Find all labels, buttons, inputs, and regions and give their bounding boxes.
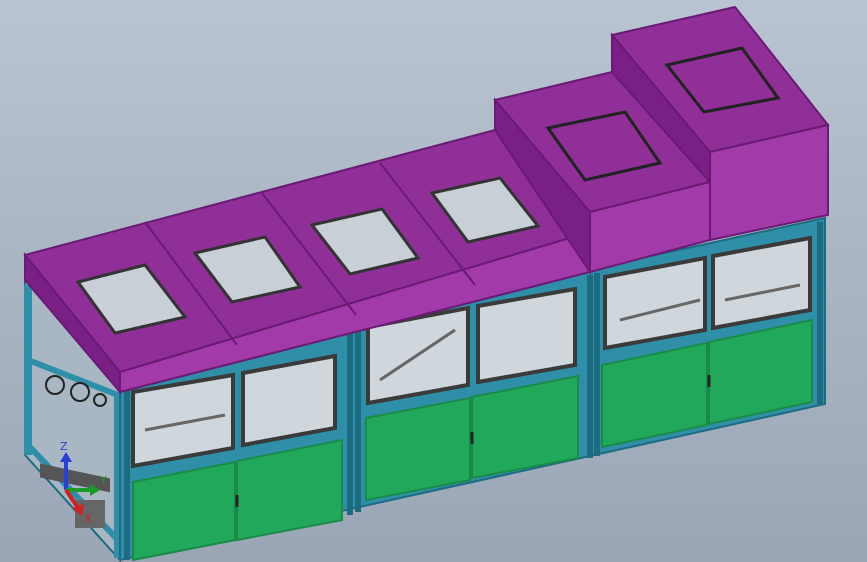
window-6 (711, 235, 812, 331)
cad-viewport[interactable]: Z Y X (0, 0, 867, 562)
machine-model-view: Z Y X (0, 0, 867, 562)
axis-z-label: Z (60, 440, 68, 453)
window-1 (131, 372, 235, 469)
window-4 (476, 286, 577, 385)
window-2 (241, 353, 337, 448)
axis-y-label: Y (99, 474, 107, 487)
axis-x-label: X (84, 512, 92, 525)
